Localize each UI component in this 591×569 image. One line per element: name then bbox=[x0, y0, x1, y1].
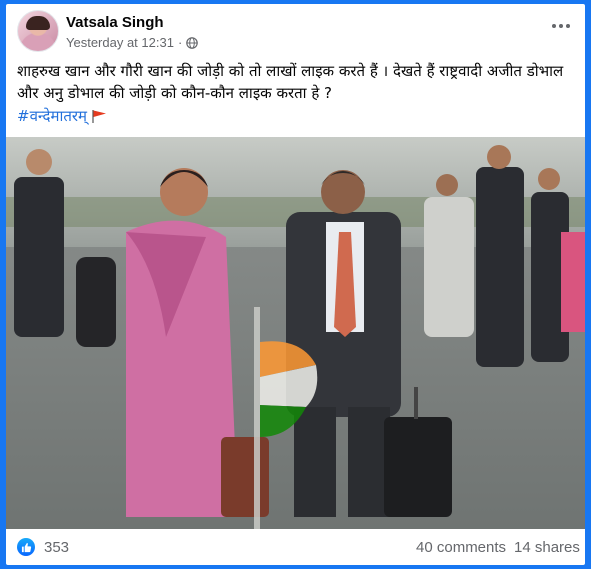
shares-link[interactable]: 14 shares bbox=[514, 539, 580, 556]
reaction-count[interactable]: 353 bbox=[44, 539, 69, 556]
more-dot bbox=[566, 24, 570, 28]
globe-icon[interactable] bbox=[186, 36, 199, 49]
post-header: Vatsala Singh Yesterday at 12:31 · bbox=[6, 4, 585, 56]
thumbs-up-icon bbox=[21, 542, 31, 552]
post-photo[interactable] bbox=[6, 137, 585, 529]
post-footer: 353 40 comments 14 shares bbox=[6, 531, 585, 565]
more-dot bbox=[559, 24, 563, 28]
more-dot bbox=[552, 24, 556, 28]
hashtag-text[interactable]: #वन्देमातरम् bbox=[17, 106, 87, 126]
flag-icon bbox=[92, 110, 107, 123]
post-card: Vatsala Singh Yesterday at 12:31 · शाहरु… bbox=[6, 4, 585, 565]
meta-separator: · bbox=[177, 35, 183, 50]
author-name[interactable]: Vatsala Singh bbox=[66, 14, 164, 31]
more-options-button[interactable] bbox=[545, 14, 577, 38]
post-text: शाहरुख खान और गौरी खान की जोड़ी को तो ला… bbox=[17, 62, 564, 102]
author-avatar[interactable] bbox=[17, 10, 59, 52]
like-icon[interactable] bbox=[17, 538, 35, 556]
post-timestamp[interactable]: Yesterday at 12:31 bbox=[66, 35, 174, 50]
photo-illustration bbox=[6, 137, 585, 529]
hashtag-link[interactable]: #वन्देमातरम् bbox=[17, 106, 107, 126]
comments-link[interactable]: 40 comments bbox=[416, 539, 506, 556]
post-meta: Yesterday at 12:31 · bbox=[66, 35, 199, 50]
